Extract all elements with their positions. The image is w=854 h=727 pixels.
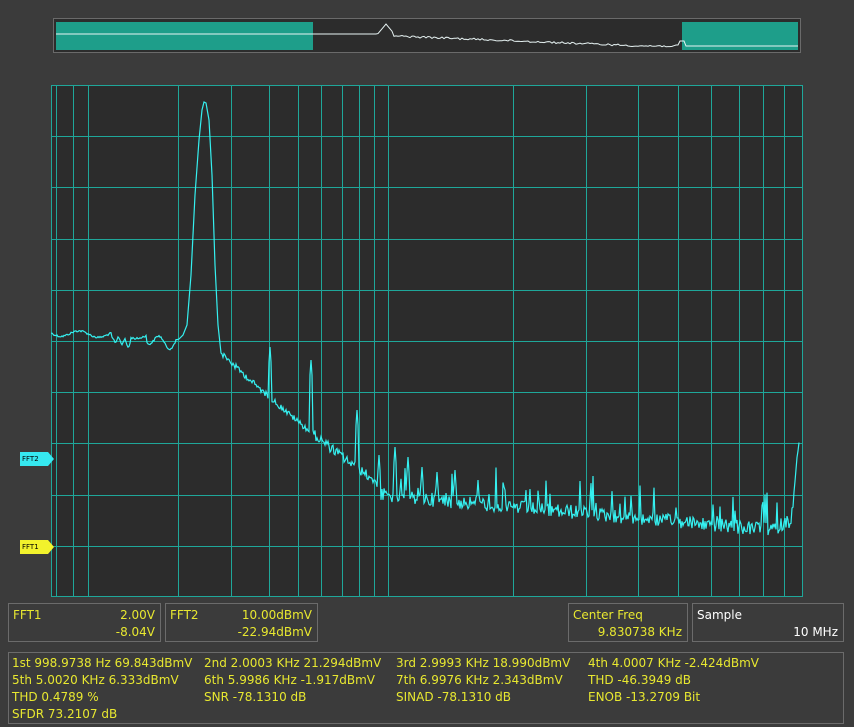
measurement-r2-c3: ENOB -13.2709 Bit bbox=[588, 690, 701, 704]
fft-plot[interactable] bbox=[51, 85, 803, 597]
fft2-marker-label: FFT2 bbox=[22, 455, 39, 463]
center-freq-value: 9.830738 KHz bbox=[597, 625, 682, 639]
measurement-r0-c2: 3rd 2.9993 KHz 18.990dBmV bbox=[396, 656, 571, 670]
measurement-r3-c0: SFDR 73.2107 dB bbox=[12, 707, 118, 721]
fft2-level-marker[interactable]: FFT2 bbox=[20, 452, 54, 466]
center-freq-box[interactable]: Center Freq 9.830738 KHz bbox=[568, 603, 688, 642]
fft2-scale: 10.00dBmV bbox=[241, 608, 312, 622]
overview-left-window bbox=[56, 22, 313, 50]
measurement-r1-c1: 6th 5.9986 KHz -1.917dBmV bbox=[204, 673, 375, 687]
measurement-r2-c0: THD 0.4789 % bbox=[12, 690, 99, 704]
measurement-r1-c0: 5th 5.0020 KHz 6.333dBmV bbox=[12, 673, 179, 687]
center-freq-label: Center Freq bbox=[573, 608, 643, 622]
fft1-scale: 2.00V bbox=[120, 608, 155, 622]
fft2-offset: -22.94dBmV bbox=[237, 625, 312, 639]
measurement-r0-c3: 4th 4.0007 KHz -2.424dBmV bbox=[588, 656, 759, 670]
fft2-label: FFT2 bbox=[170, 608, 199, 622]
fft1-channel-box[interactable]: FFT1 2.00V -8.04V bbox=[8, 603, 161, 642]
measurement-r0-c0: 1st 998.9738 Hz 69.843dBmV bbox=[12, 656, 193, 670]
measurement-r0-c1: 2nd 2.0003 KHz 21.294dBmV bbox=[204, 656, 382, 670]
measurement-r1-c2: 7th 6.9976 KHz 2.343dBmV bbox=[396, 673, 563, 687]
fft1-offset: -8.04V bbox=[115, 625, 155, 639]
spectrum-trace bbox=[51, 101, 800, 536]
measurements-panel: 1st 998.9738 Hz 69.843dBmV 2nd 2.0003 KHz… bbox=[8, 652, 844, 724]
fft1-level-marker[interactable]: FFT1 bbox=[20, 540, 54, 554]
fft-spectrum-trace bbox=[51, 85, 803, 597]
overview-panel[interactable] bbox=[53, 18, 801, 53]
measurement-r1-c3: THD -46.3949 dB bbox=[588, 673, 692, 687]
sample-label: Sample bbox=[697, 608, 742, 622]
measurement-r2-c1: SNR -78.1310 dB bbox=[204, 690, 307, 704]
sample-box[interactable]: Sample 10 MHz bbox=[692, 603, 844, 642]
fft1-marker-label: FFT1 bbox=[22, 543, 39, 551]
sample-value: 10 MHz bbox=[793, 625, 838, 639]
overview-spectrum bbox=[56, 22, 798, 50]
fft2-channel-box[interactable]: FFT2 10.00dBmV -22.94dBmV bbox=[165, 603, 318, 642]
fft1-label: FFT1 bbox=[13, 608, 42, 622]
measurement-r2-c2: SINAD -78.1310 dB bbox=[396, 690, 512, 704]
